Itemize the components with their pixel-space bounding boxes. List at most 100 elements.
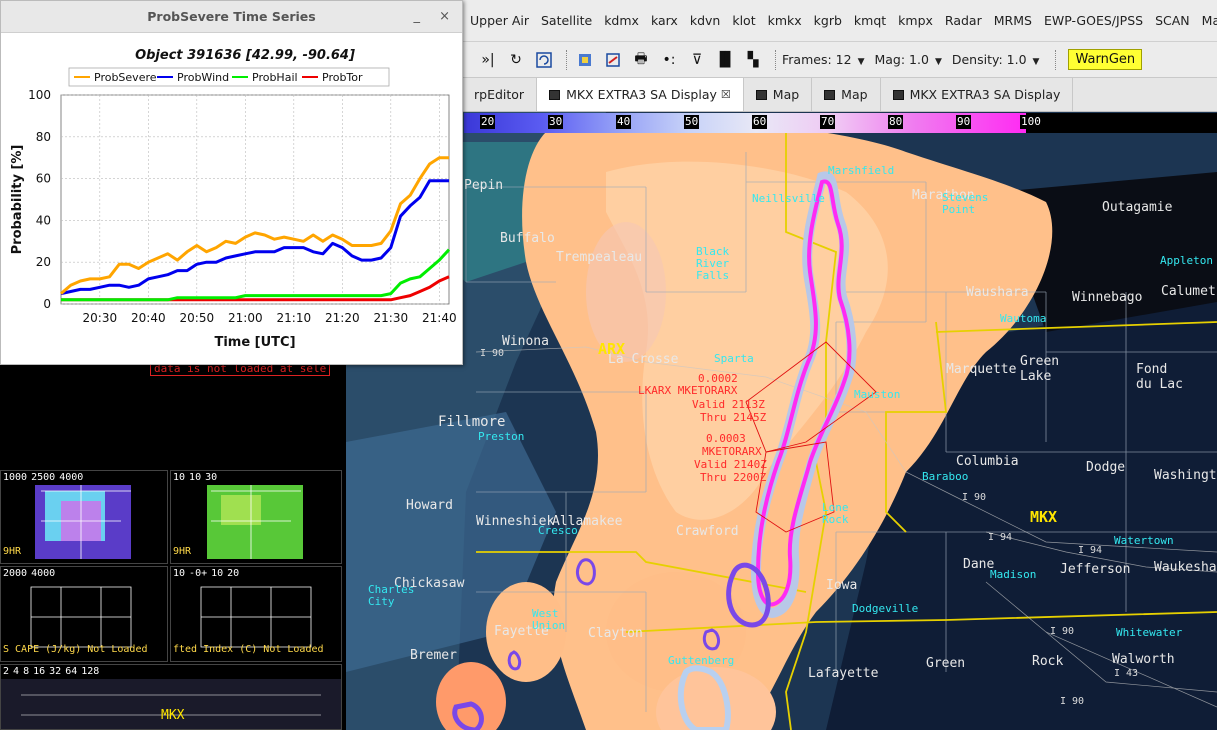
scale-tick: 2000: [1, 567, 30, 581]
panel-mkx-radar[interactable]: 2 4 8 16 32 64 128 MKX: [0, 664, 342, 730]
panel-layout-icon[interactable]: ▐▌: [713, 48, 737, 72]
y-axis-label: Probability [%]: [10, 145, 25, 255]
tab-mkx-extra3-sa-display-2[interactable]: MKX EXTRA3 SA Display: [881, 78, 1074, 111]
close-button[interactable]: ×: [439, 9, 450, 24]
menu-kmqt[interactable]: kmqt: [848, 13, 892, 28]
points-icon[interactable]: •:: [657, 48, 681, 72]
menu-mrms[interactable]: MRMS: [988, 13, 1038, 28]
panel-color-scale: 1000 2500 4000: [1, 471, 86, 485]
legend-label: ProbHail: [252, 71, 298, 84]
menu-kdmx[interactable]: kdmx: [598, 13, 645, 28]
menu-radar[interactable]: Radar: [939, 13, 988, 28]
probsevere-time-series-window[interactable]: ProbSevere Time Series _ × Object 391636…: [0, 0, 463, 365]
menu-klot[interactable]: klot: [726, 13, 761, 28]
panel-color-scale: 10 10 30: [171, 471, 220, 485]
tab-map-2[interactable]: Map: [812, 78, 881, 111]
tab-map[interactable]: Map: [744, 78, 813, 111]
magnification-dropdown[interactable]: Mag: 1.0 ▼: [874, 52, 941, 67]
panel-cape-9hr[interactable]: 1000 2500 4000 9HR: [0, 470, 168, 564]
skip-end-icon[interactable]: »|: [476, 48, 500, 72]
menu-scan[interactable]: SCAN: [1149, 13, 1196, 28]
color-bar-tick: 50: [684, 115, 700, 129]
x-tick-label: 20:40: [131, 311, 166, 325]
legend-label: ProbSevere: [94, 71, 157, 84]
display-toolbar: »| ↻ 🖶 •: ⊽ ▐▌ ▚ Frames: 12 ▼ Mag: 1.0 ▼ D…: [462, 42, 1217, 78]
x-tick-label: 21:10: [277, 311, 312, 325]
tab-mkx-extra3-sa-display[interactable]: MKX EXTRA3 SA Display ☒: [537, 78, 744, 111]
warngen-button[interactable]: WarnGen: [1068, 49, 1143, 70]
scale-tick: 128: [79, 665, 102, 679]
print-icon[interactable]: 🖶: [629, 48, 653, 72]
scale-tick: 20: [225, 567, 242, 581]
image-properties-icon[interactable]: [573, 48, 597, 72]
window-title: ProbSevere Time Series: [147, 9, 316, 24]
color-bar-tick: 60: [752, 115, 768, 129]
map-canvas[interactable]: [346, 112, 1217, 730]
panel-label: fted Index (C) Not Loaded: [173, 644, 324, 655]
legend-label: ProbWind: [177, 71, 229, 84]
close-icon[interactable]: ☒: [721, 88, 731, 101]
scale-tick: -0+: [187, 567, 210, 581]
toolbar-separator: [1055, 49, 1057, 70]
density-dropdown[interactable]: Density: 1.0 ▼: [952, 52, 1040, 67]
tab-label: MKX EXTRA3 SA Display: [909, 87, 1061, 102]
clear-icon[interactable]: [601, 48, 625, 72]
scale-tick: 4: [11, 665, 22, 679]
menu-satellite[interactable]: Satellite: [535, 13, 598, 28]
panel-label: S CAPE (J/kg) Not Loaded: [3, 644, 148, 655]
color-bar-tick: 20: [480, 115, 496, 129]
toolbar-separator: [775, 49, 776, 70]
x-tick-label: 20:50: [180, 311, 215, 325]
tab-rpeditor[interactable]: rpEditor: [462, 78, 538, 111]
scale-tick: 10: [187, 471, 204, 485]
four-panel-icon[interactable]: ▚: [741, 48, 765, 72]
loop-icon[interactable]: ↻: [504, 48, 528, 72]
x-tick-label: 21:00: [228, 311, 263, 325]
refresh-icon[interactable]: [532, 48, 556, 72]
window-titlebar[interactable]: ProbSevere Time Series _ ×: [1, 1, 462, 33]
scale-tick: 64: [63, 665, 80, 679]
y-tick-label: 0: [43, 297, 51, 311]
toolbar-separator: [566, 49, 567, 70]
color-bar-tick: 100: [1020, 115, 1042, 129]
main-menubar: Upper Air Satellite kdmx karx kdvn klot …: [462, 0, 1217, 42]
minimize-button[interactable]: _: [414, 9, 421, 24]
panel-color-scale: 2 4 8 16 32 64 128: [1, 665, 102, 679]
main-map-display[interactable]: Pepin Buffalo Trempealeau Winona La Cros…: [346, 112, 1217, 730]
scale-tick: 4000: [57, 471, 86, 485]
display-icon: [549, 89, 561, 100]
scale-tick: 10: [209, 567, 226, 581]
scale-tick: 1000: [1, 471, 30, 485]
scale-tick: 10: [171, 471, 188, 485]
tab-label: Map: [772, 87, 800, 102]
y-tick-label: 40: [36, 213, 51, 227]
sample-icon[interactable]: ⊽: [685, 48, 709, 72]
scale-tick: 2500: [29, 471, 58, 485]
panel-li-9hr[interactable]: 10 10 30 9HR: [170, 470, 342, 564]
panel-color-scale: 10 -0+ 10 20: [171, 567, 242, 581]
menu-kmpx[interactable]: kmpx: [892, 13, 939, 28]
scale-tick: 16: [31, 665, 48, 679]
scale-tick: 2: [1, 665, 12, 679]
color-bar-tick: 80: [888, 115, 904, 129]
menu-upper-air[interactable]: Upper Air: [464, 13, 535, 28]
menu-maps[interactable]: Maps: [1196, 13, 1217, 28]
panel-sfc-cape[interactable]: 2000 4000 S CAPE (J/kg) Not Loaded: [0, 566, 168, 662]
scale-tick: 32: [47, 665, 64, 679]
panel-lifted-index[interactable]: 10 -0+ 10 20 fted Index (C) Not Loaded: [170, 566, 342, 662]
color-bar-tick: 70: [820, 115, 836, 129]
menu-karx[interactable]: karx: [645, 13, 684, 28]
menu-kgrb[interactable]: kgrb: [808, 13, 848, 28]
scale-tick: 30: [203, 471, 220, 485]
frames-dropdown[interactable]: Frames: 12 ▼: [782, 52, 864, 67]
y-tick-label: 20: [36, 255, 51, 269]
x-axis-label: Time [UTC]: [214, 335, 295, 350]
x-tick-label: 21:30: [374, 311, 409, 325]
menu-kdvn[interactable]: kdvn: [684, 13, 727, 28]
menu-kmkx[interactable]: kmkx: [762, 13, 808, 28]
menu-ewp-goes-jpss[interactable]: EWP-GOES/JPSS: [1038, 13, 1149, 28]
display-icon: [755, 89, 767, 100]
y-tick-label: 60: [36, 172, 51, 186]
reflectivity-color-bar: 20 30 40 50 60 70 80 90 100: [464, 113, 1217, 133]
scale-tick: 10: [171, 567, 188, 581]
